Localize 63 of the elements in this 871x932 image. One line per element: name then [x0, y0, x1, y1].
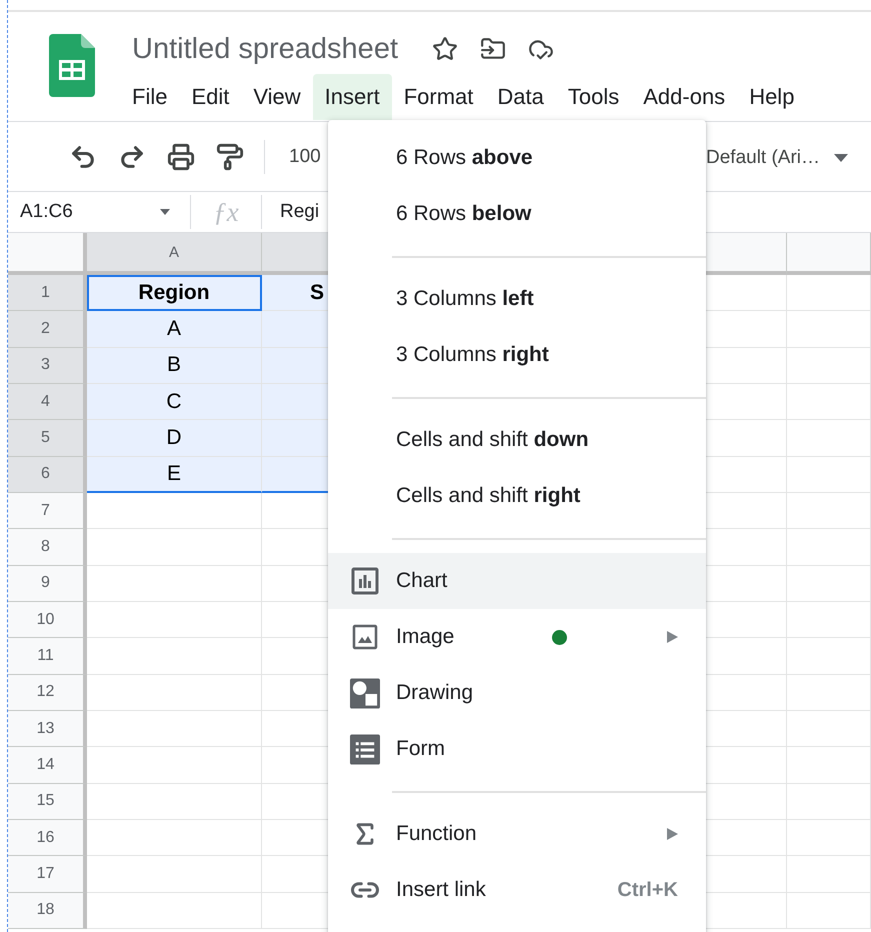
chart-icon	[351, 567, 379, 595]
menu-tab[interactable]: View	[241, 74, 313, 120]
row-header[interactable]: 10	[8, 602, 87, 638]
zoom-select[interactable]: 100	[289, 146, 321, 168]
row-header[interactable]: 3	[8, 348, 87, 384]
menu-item[interactable]: Form	[328, 721, 706, 777]
row-header[interactable]: 18	[8, 892, 87, 929]
row-header[interactable]: 12	[8, 674, 87, 711]
menu-item[interactable]: Drawing	[328, 665, 706, 721]
menu-tab[interactable]: Tools	[556, 74, 632, 120]
dropdown-caret-icon[interactable]	[160, 209, 170, 215]
row-header[interactable]: 2	[8, 311, 87, 348]
formula-field[interactable]: Regi	[262, 201, 320, 223]
row-header[interactable]: 8	[8, 529, 87, 566]
column-header[interactable]: A	[87, 233, 262, 275]
table-cell: C	[87, 384, 262, 420]
menu-tab[interactable]: Edit	[179, 74, 242, 120]
menu-tab[interactable]: Help	[737, 74, 806, 120]
menu-tab[interactable]: Insert	[312, 74, 392, 120]
form-icon	[350, 734, 380, 764]
menu-item[interactable]: Function	[328, 806, 706, 862]
row-header[interactable]: 16	[8, 820, 87, 856]
menu-item[interactable]: Chart	[328, 553, 706, 609]
row-header[interactable]: 17	[8, 856, 87, 893]
row-header[interactable]: 4	[8, 384, 87, 420]
table-cell: E	[87, 456, 262, 493]
menu-tab[interactable]: Add-ons	[631, 74, 738, 120]
menu-tab[interactable]: File	[120, 74, 180, 120]
table-cell: D	[87, 420, 262, 457]
name-box[interactable]: A1:C6	[8, 201, 160, 223]
row-header[interactable]: 6	[8, 456, 87, 493]
print-icon[interactable]	[166, 142, 194, 170]
row-header[interactable]: 1	[8, 275, 87, 312]
font-select[interactable]: Default (Ari…	[706, 147, 820, 169]
row-header[interactable]: 15	[8, 784, 87, 820]
table-cell: A	[87, 311, 262, 348]
document-title[interactable]: Untitled spreadsheet	[132, 32, 398, 66]
row-header[interactable]: 9	[8, 566, 87, 602]
menu-item[interactable]: Cells and shift down	[328, 412, 706, 468]
menu-item[interactable]: 3 Columns right	[328, 327, 706, 383]
row-header[interactable]: 5	[8, 420, 87, 457]
row-header[interactable]: 14	[8, 747, 87, 784]
drawing-icon	[350, 678, 380, 708]
menu-tab[interactable]: Format	[392, 74, 486, 120]
row-header[interactable]: 13	[8, 710, 87, 748]
paint-format-icon[interactable]	[216, 142, 244, 170]
table-cell: Region	[87, 275, 262, 312]
row-header[interactable]: 11	[8, 638, 87, 675]
function-label: ƒx	[212, 196, 240, 228]
menu-item[interactable]: 6 Rows below	[328, 186, 706, 242]
menu-item[interactable]: 6 Rows above	[328, 130, 706, 186]
menu-tab[interactable]: Data	[485, 74, 556, 120]
row-header[interactable]: 7	[8, 492, 87, 530]
shortcut-text: Ctrl+K	[617, 878, 678, 902]
sheets-logo[interactable]	[49, 34, 95, 97]
dropdown-caret-icon[interactable]	[834, 154, 848, 162]
menu-item[interactable]: Cells and shift right	[328, 468, 706, 524]
table-cell: B	[87, 348, 262, 384]
menu-item[interactable]: Insert link Ctrl+K	[328, 862, 706, 918]
move-folder-icon[interactable]	[480, 36, 506, 62]
star-icon[interactable]	[432, 36, 458, 62]
menu-item[interactable]: Image	[328, 609, 706, 665]
image-icon	[352, 624, 378, 650]
